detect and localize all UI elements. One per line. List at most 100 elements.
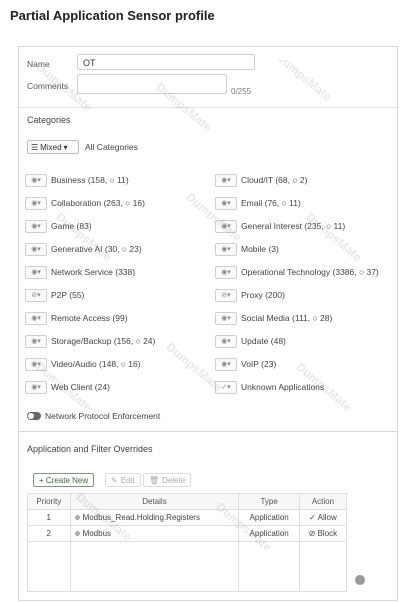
mixed-category-dropdown[interactable]: ☰ Mixed ▾ [27,140,79,154]
table-row[interactable]: 2 Modbus Application ⊘ Block [27,525,348,542]
row-type: Application [238,509,300,526]
category-item[interactable]: ◉ ▾ Collaboration (263, ○ 16) [25,196,145,210]
column-header-type[interactable]: Type [238,493,300,510]
chevron-down-icon: ▾ [37,292,41,299]
trash-icon: 🗑 [149,475,160,485]
category-item[interactable]: ◉ ▾ Video/Audio (148, ○ 16) [25,357,141,371]
network-protocol-toggle[interactable]: Network Protocol Enforcement [27,411,160,421]
layers-icon: ☰ [31,142,39,152]
category-action-select[interactable]: ◉ ▾ [25,173,47,187]
category-item[interactable]: ◉ ▾ Web Client (24) [25,380,110,394]
category-action-select[interactable]: ◉ ▾ [25,242,47,256]
empty-cell [69,541,240,592]
category-action-select[interactable]: ◉ ▾ [25,334,47,348]
category-action-select[interactable]: ◉ ▾ [25,265,47,279]
category-item[interactable]: ◉ ▾ Mobile (3) [215,242,279,256]
category-label: Unknown Applications [241,382,325,392]
app-icon [74,531,80,536]
create-new-button[interactable]: + Create New [33,473,95,487]
category-action-select[interactable]: ⊘ ▾ [215,288,237,302]
app-icon [74,515,80,520]
chevron-down-icon: ▾ [227,292,231,299]
category-label: Email (76, ○ 11) [241,198,301,208]
overrides-section-label: Application and Filter Overrides [27,444,153,454]
row-details-text: Modbus_Read.Holding.Registers [82,513,200,522]
category-item[interactable]: ◉ ▾ Generative AI (30, ○ 23) [25,242,142,256]
toggle-switch-icon[interactable] [27,412,41,420]
chevron-down-icon: ▾ [227,315,231,322]
delete-label: Delete [162,475,186,485]
category-action-select[interactable]: ◉ ▾ [25,380,47,394]
chevron-down-icon: ▾ [227,338,231,345]
category-action-select[interactable]: ◉ ▾ [215,334,237,348]
category-label: Network Service (338) [51,267,136,277]
chevron-down-icon: ▾ [63,142,68,152]
column-header-priority[interactable]: Priority [27,493,71,510]
category-action-select[interactable]: ◉ ▾ [25,219,47,233]
category-action-select[interactable]: ◉ ▾ [215,265,237,279]
divider [19,107,397,108]
scroll-indicator-icon[interactable] [355,575,365,585]
row-priority: 2 [27,525,71,542]
category-action-select[interactable]: ◉ ▾ [25,196,47,210]
column-header-details[interactable]: Details [69,493,240,510]
category-label: Proxy (200) [241,290,285,300]
category-item[interactable]: ◉ ▾ Social Media (111, ○ 28) [215,311,332,325]
row-action: ✓ Allow [298,509,348,526]
category-item[interactable]: ◉ ▾ Storage/Backup (156, ○ 24) [25,334,155,348]
category-item[interactable]: ⊘ ▾ Proxy (200) [215,288,285,302]
category-item[interactable]: ◉ ▾ Remote Access (99) [25,311,128,325]
category-action-select[interactable]: ◉ ▾ [215,173,237,187]
chevron-down-icon: ▾ [37,200,41,207]
category-item[interactable]: ◉ ▾ Update (48) [215,334,286,348]
chevron-down-icon: ▾ [37,361,41,368]
network-protocol-label: Network Protocol Enforcement [45,411,161,421]
row-priority: 1 [27,509,71,526]
edit-button[interactable]: ✎ Edit [105,473,141,487]
chevron-down-icon: ▾ [227,223,231,230]
row-action: ⊘ Block [298,525,348,542]
category-action-select[interactable]: ◉ ▾ [215,242,237,256]
all-categories-label: All Categories [85,142,138,152]
delete-button[interactable]: 🗑 Delete [143,473,192,487]
category-label: Remote Access (99) [51,313,128,323]
chevron-down-icon: ▾ [37,177,41,184]
category-item[interactable]: ◉ ▾ Game (83) [25,219,92,233]
table-row[interactable]: 1 Modbus_Read.Holding.Registers Applicat… [27,509,348,526]
category-item[interactable]: ◉ ▾ Network Service (338) [25,265,135,279]
category-label: VoIP (23) [241,359,277,369]
row-details-text: Modbus [82,529,112,538]
category-action-select[interactable]: ◉ ▾ [215,357,237,371]
profile-form-panel: Name OT Comments 0/255 Categories ☰ Mixe… [18,46,398,601]
category-label: Generative AI (30, ○ 23) [51,244,142,254]
category-item[interactable]: ◉ ▾ General Interest (235, ○ 11) [215,219,345,233]
table-header-row: Priority Details Type Action [27,493,348,510]
category-action-select[interactable]: ◉ ▾ [25,311,47,325]
overrides-table: Priority Details Type Action 1 Modbus_Re… [27,493,348,592]
category-action-select[interactable]: ◉ ▾ [25,357,47,371]
row-details: Modbus_Read.Holding.Registers [69,509,240,526]
table-row-empty [27,541,348,592]
category-item[interactable]: ◉ ▾ Email (76, ○ 11) [215,196,301,210]
chevron-down-icon: ▾ [37,269,41,276]
category-action-select[interactable]: ◉ ▾ [215,219,237,233]
category-action-select[interactable]: ✓ ▾ [215,380,237,394]
empty-cell [238,541,300,592]
category-action-select[interactable]: ◉ ▾ [215,311,237,325]
category-item[interactable]: ◉ ▾ Cloud/IT (68, ○ 2) [215,173,307,187]
category-label: P2P (55) [51,290,85,300]
column-header-action[interactable]: Action [298,493,348,510]
category-item[interactable]: ⊘ ▾ P2P (55) [25,288,84,302]
category-item[interactable]: ◉ ▾ VoIP (23) [215,357,276,371]
comments-textarea[interactable] [77,74,227,94]
category-item[interactable]: ◉ ▾ Business (158, ○ 11) [25,173,129,187]
category-action-select[interactable]: ◉ ▾ [215,196,237,210]
row-details: Modbus [69,525,240,542]
category-action-select[interactable]: ⊘ ▾ [25,288,47,302]
category-item[interactable]: ✓ ▾ Unknown Applications [215,380,324,394]
category-item[interactable]: ◉ ▾ Operational Technology (3386, ○ 37) [215,265,379,279]
category-label: Operational Technology (3386, ○ 37) [241,267,379,277]
empty-cell [298,541,348,592]
name-input[interactable]: OT [77,54,255,70]
comments-counter: 0/255 [231,87,252,96]
